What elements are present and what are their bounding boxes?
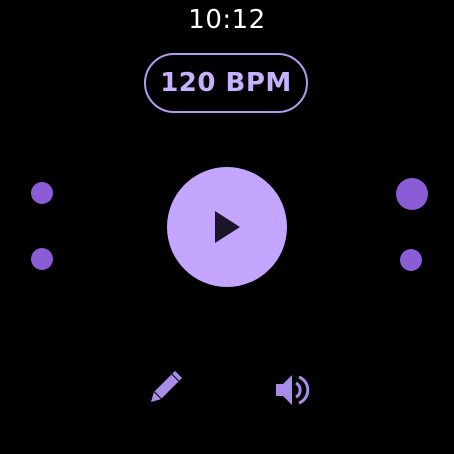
play-button[interactable] bbox=[167, 167, 287, 287]
volume-button[interactable] bbox=[268, 366, 316, 414]
play-icon bbox=[215, 211, 240, 243]
bpm-label: 120 BPM bbox=[160, 68, 292, 98]
edit-button[interactable] bbox=[139, 366, 187, 414]
beat-indicator-dot bbox=[31, 182, 53, 204]
watch-screen: 10:12 120 BPM bbox=[0, 0, 454, 454]
bpm-button[interactable]: 120 BPM bbox=[144, 53, 308, 113]
beat-indicator-dot-active bbox=[396, 178, 428, 210]
status-time: 10:12 bbox=[188, 5, 266, 35]
volume-icon bbox=[276, 375, 310, 405]
beat-indicator-dot bbox=[400, 249, 422, 271]
pencil-icon bbox=[150, 370, 183, 403]
beat-indicator-dot bbox=[31, 248, 53, 270]
